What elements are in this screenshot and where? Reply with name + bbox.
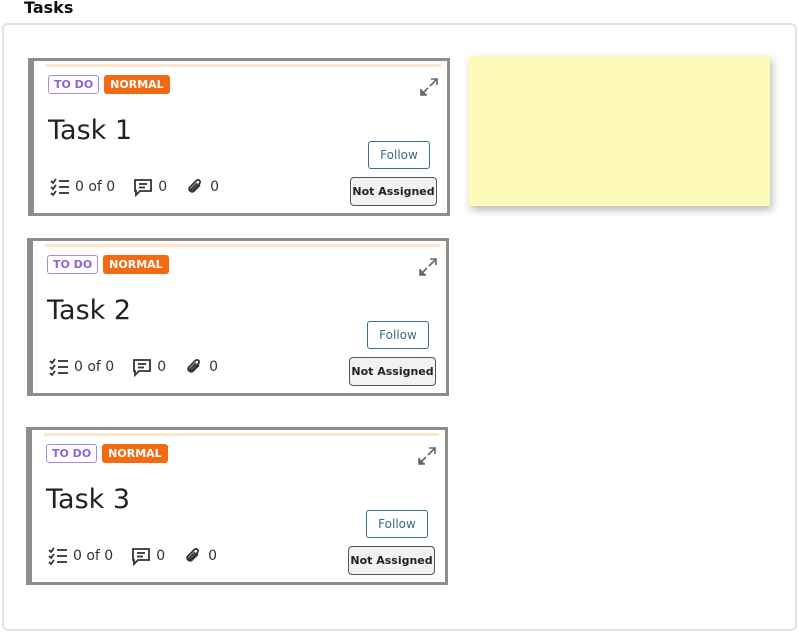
follow-button[interactable]: Follow [367, 321, 429, 349]
assign-button[interactable]: Not Assigned [348, 546, 435, 575]
task-title[interactable]: Task 1 [48, 115, 132, 146]
task-card[interactable]: TO DO NORMAL Task 3 Follow 0 of 0 0 0 No… [26, 427, 448, 585]
checklist-text: 0 of 0 [73, 548, 114, 564]
assign-button[interactable]: Not Assigned [349, 357, 436, 386]
follow-button[interactable]: Follow [366, 510, 428, 538]
checklist-count[interactable]: 0 of 0 [50, 178, 115, 196]
task-card[interactable]: TO DO NORMAL Task 2 Follow 0 of 0 0 0 No… [27, 238, 449, 396]
assign-button[interactable]: Not Assigned [350, 177, 437, 206]
status-badge[interactable]: TO DO [46, 444, 98, 463]
checklist-icon [48, 547, 68, 565]
card-badges: TO DO NORMAL [46, 444, 168, 463]
card-top-line [45, 244, 440, 247]
attachments-text: 0 [208, 548, 218, 564]
expand-arrows-icon[interactable] [415, 444, 439, 468]
comments-text: 0 [158, 179, 168, 195]
card-top-line [44, 433, 439, 436]
card-meta: 0 of 0 0 0 [50, 177, 237, 197]
checklist-icon [49, 358, 69, 376]
paperclip-icon [183, 546, 203, 566]
status-badge[interactable]: TO DO [47, 255, 99, 274]
follow-button[interactable]: Follow [368, 141, 430, 169]
comment-icon [131, 547, 151, 566]
expand-arrows-icon[interactable] [416, 255, 440, 279]
priority-badge[interactable]: NORMAL [103, 255, 169, 274]
card-meta: 0 of 0 0 0 [48, 546, 235, 566]
card-badges: TO DO NORMAL [48, 75, 170, 94]
card-badges: TO DO NORMAL [47, 255, 169, 274]
attachments-text: 0 [210, 179, 220, 195]
checklist-count[interactable]: 0 of 0 [48, 547, 113, 565]
priority-badge[interactable]: NORMAL [102, 444, 168, 463]
attachments-count[interactable]: 0 [183, 546, 217, 566]
task-title[interactable]: Task 3 [46, 484, 130, 515]
comments-count[interactable]: 0 [132, 358, 166, 377]
comments-text: 0 [156, 548, 166, 564]
card-top-line [46, 64, 441, 67]
status-badge[interactable]: TO DO [48, 75, 100, 94]
task-card[interactable]: TO DO NORMAL Task 1 Follow 0 of 0 0 0 No… [28, 58, 450, 216]
checklist-text: 0 of 0 [74, 359, 115, 375]
paperclip-icon [184, 357, 204, 377]
task-title[interactable]: Task 2 [47, 295, 131, 326]
checklist-count[interactable]: 0 of 0 [49, 358, 114, 376]
comments-count[interactable]: 0 [131, 547, 165, 566]
expand-arrows-icon[interactable] [417, 75, 441, 99]
comments-count[interactable]: 0 [133, 178, 167, 197]
priority-badge[interactable]: NORMAL [104, 75, 170, 94]
comment-icon [132, 358, 152, 377]
sticky-note[interactable] [469, 56, 770, 206]
page-title: Tasks [24, 0, 74, 17]
attachments-count[interactable]: 0 [185, 177, 219, 197]
comments-text: 0 [157, 359, 167, 375]
card-meta: 0 of 0 0 0 [49, 357, 236, 377]
checklist-text: 0 of 0 [75, 179, 116, 195]
attachments-text: 0 [209, 359, 219, 375]
checklist-icon [50, 178, 70, 196]
comment-icon [133, 178, 153, 197]
paperclip-icon [185, 177, 205, 197]
attachments-count[interactable]: 0 [184, 357, 218, 377]
